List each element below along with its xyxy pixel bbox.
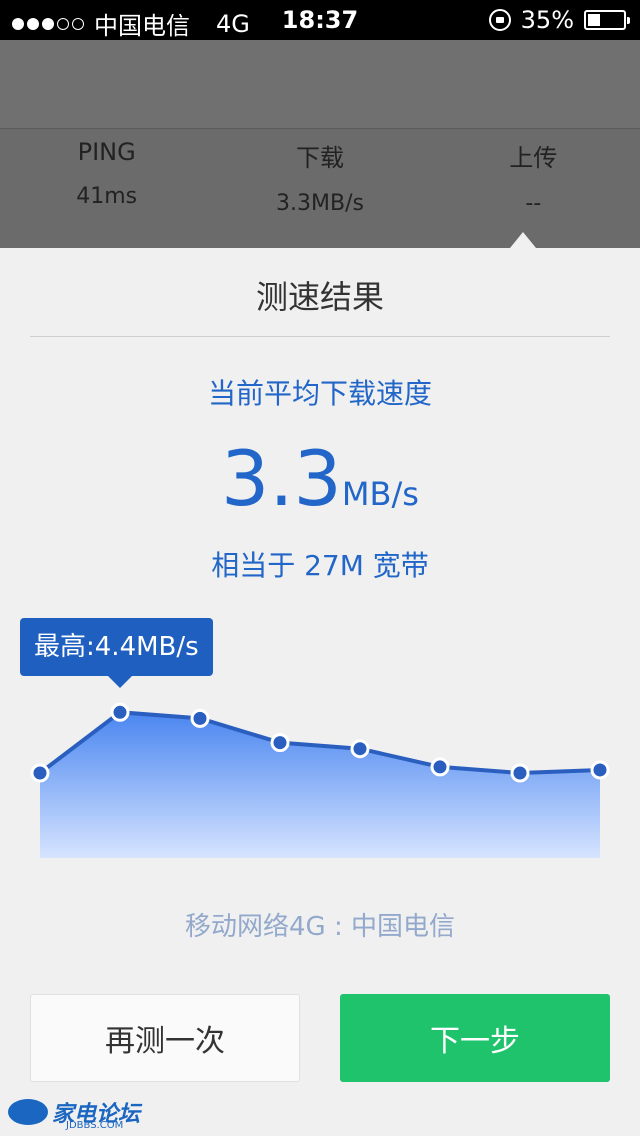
status-bar: 中国电信 4G 18:37 35% [0, 0, 640, 40]
avg-speed-label: 当前平均下载速度 [207, 377, 432, 410]
next-step-button[interactable]: 下一步 [340, 994, 610, 1082]
chart-point [430, 757, 450, 777]
avg-speed-unit: MB/s [341, 475, 419, 513]
battery-icon [584, 10, 630, 30]
bandwidth-equivalent: 相当于 27M 宽带 [211, 549, 429, 582]
stats-row: PING 41ms 下载 3.3MB/s 上传 -- [0, 138, 640, 216]
battery-percent: 35% [520, 6, 574, 34]
chart-point [510, 763, 530, 783]
stat-ping-value: 41ms [76, 184, 138, 209]
stat-download-label: 下载 [295, 144, 344, 172]
chart-point [190, 708, 210, 728]
stat-download: 下载 3.3MB/s [213, 138, 426, 216]
network-info: 移动网络4G : 中国电信 [185, 912, 455, 942]
chart-peak-point [110, 702, 130, 722]
header-band [0, 40, 640, 129]
retest-button[interactable]: 再测一次 [30, 994, 300, 1082]
avg-speed: 3.3MB/s [0, 434, 640, 523]
forum-logo-icon [8, 1099, 48, 1125]
divider [30, 336, 610, 337]
result-panel: 测速结果 当前平均下载速度 3.3MB/s 相当于 27M 宽带 最高:4.4M… [0, 248, 640, 1136]
chart-point [350, 739, 370, 759]
stat-download-value: 3.3MB/s [276, 191, 364, 216]
chart-point [30, 763, 50, 783]
chart-point [590, 760, 610, 780]
stat-upload-value: -- [525, 191, 542, 216]
stat-ping-label: PING [77, 138, 136, 166]
stat-upload-label: 上传 [509, 144, 558, 172]
watermark-sub: JDBBS.COM [66, 1120, 124, 1131]
panel-title: 测速结果 [255, 278, 384, 316]
rotation-lock-icon [488, 9, 511, 31]
speed-chart [30, 702, 610, 858]
speedtest-header: PING 41ms 下载 3.3MB/s 上传 -- [0, 40, 640, 248]
chart-point [270, 733, 290, 753]
stat-upload: 上传 -- [427, 138, 640, 216]
chart-area [40, 712, 600, 858]
panel-pointer [510, 232, 536, 248]
forum-watermark-logo: 家电论坛 JDBBS.COM [8, 1096, 140, 1131]
peak-speed-tooltip: 最高:4.4MB/s [20, 618, 213, 688]
stat-ping: PING 41ms [0, 138, 213, 216]
avg-speed-value: 3.3 [221, 434, 342, 523]
